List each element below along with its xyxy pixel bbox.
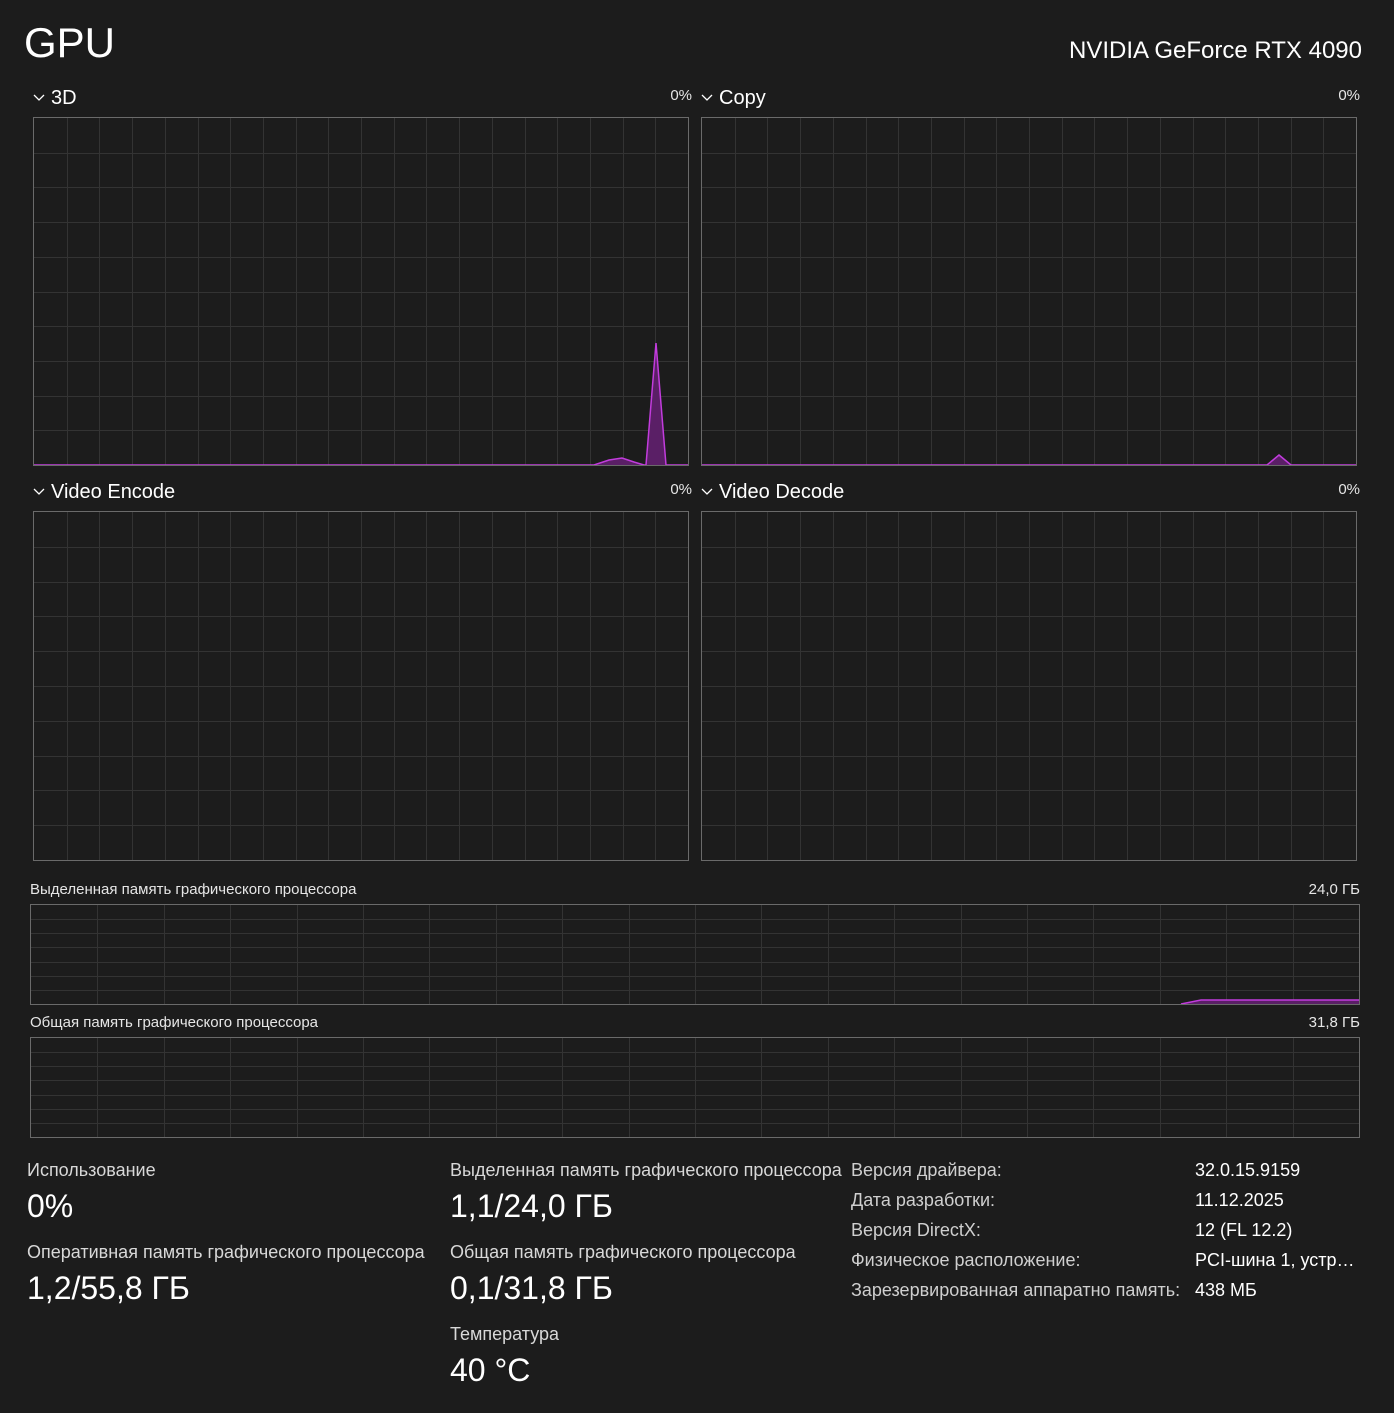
temperature-label: Температура — [450, 1324, 560, 1344]
graph-dedicated-memory — [30, 904, 1360, 1005]
engine-selector-3d[interactable]: 3D — [33, 86, 77, 110]
info-row-directx-version: Версия DirectX: 12 (FL 12.2) — [851, 1218, 1361, 1248]
engine-percent: 0% — [1338, 87, 1360, 104]
engine-percent: 0% — [670, 87, 692, 104]
info-key: Физическое расположение: — [851, 1250, 1081, 1270]
info-value: 438 МБ — [1195, 1280, 1257, 1300]
info-value: PCI-шина 1, устро... — [1195, 1250, 1357, 1270]
info-key: Версия драйвера: — [851, 1160, 1002, 1180]
page-title: GPU — [24, 19, 116, 66]
engine-label: Video Encode — [51, 481, 176, 503]
dedicated-memory-graph-label: Выделенная память графического процессор… — [30, 881, 357, 898]
dedicated-memory-max: 24,0 ГБ — [1308, 881, 1360, 898]
graph-copy-canvas — [702, 118, 1356, 465]
shared-memory-label: Общая память графического процессора — [450, 1242, 796, 1262]
engine-label: Copy — [719, 87, 766, 109]
graph-shared-memory — [30, 1037, 1360, 1138]
graph-grid — [34, 118, 688, 465]
temperature-value: 40 °C — [450, 1352, 531, 1388]
graph-video-decode — [701, 511, 1357, 861]
info-table: Версия драйвера: 32.0.15.9159 Дата разра… — [851, 1158, 1361, 1308]
chevron-down-icon — [701, 486, 713, 498]
info-key: Версия DirectX: — [851, 1220, 981, 1240]
graph-video-encode-canvas — [34, 512, 688, 860]
info-row-physical-location: Физическое расположение: PCI-шина 1, уст… — [851, 1248, 1361, 1278]
graph-video-encode — [33, 511, 689, 861]
graph-shared-memory-canvas — [31, 1038, 1359, 1137]
graph-video-decode-canvas — [702, 512, 1356, 860]
graph-grid — [34, 512, 688, 860]
engine-selector-video-encode[interactable]: Video Encode — [33, 480, 175, 504]
graph-dedicated-memory-canvas — [31, 905, 1359, 1004]
shared-memory-value: 0,1/31,8 ГБ — [450, 1270, 613, 1306]
info-row-driver-date: Дата разработки: 11.12.2025 — [851, 1188, 1361, 1218]
chevron-down-icon — [701, 92, 713, 104]
utilization-value: 0% — [27, 1188, 74, 1224]
device-name: NVIDIA GeForce RTX 4090 — [1068, 37, 1362, 64]
engine-label: 3D — [51, 87, 77, 109]
info-row-driver-version: Версия драйвера: 32.0.15.9159 — [851, 1158, 1361, 1188]
graph-grid — [702, 512, 1356, 860]
graph-grid — [702, 118, 1356, 465]
info-row-reserved-memory: Зарезервированная аппаратно память: 438 … — [851, 1278, 1361, 1308]
info-key: Дата разработки: — [851, 1190, 996, 1210]
engine-percent: 0% — [670, 481, 692, 498]
info-value: 11.12.2025 — [1195, 1190, 1284, 1210]
graph-3d-canvas — [34, 118, 688, 465]
dedicated-memory-value: 1,1/24,0 ГБ — [450, 1188, 613, 1224]
engine-selector-copy[interactable]: Copy — [701, 86, 766, 110]
utilization-label: Использование — [27, 1160, 156, 1180]
chevron-down-icon — [33, 486, 45, 498]
info-value: 32.0.15.9159 — [1195, 1160, 1301, 1180]
shared-memory-graph-label: Общая память графического процессора — [30, 1014, 319, 1031]
graph-copy — [701, 117, 1357, 466]
gpu-memory-label: Оперативная память графического процессо… — [27, 1242, 425, 1262]
engine-percent: 0% — [1338, 481, 1360, 498]
chevron-down-icon — [33, 92, 45, 104]
engine-selector-video-decode[interactable]: Video Decode — [701, 480, 844, 504]
shared-memory-max: 31,8 ГБ — [1308, 1014, 1360, 1031]
info-value: 12 (FL 12.2) — [1195, 1220, 1293, 1240]
graph-3d — [33, 117, 689, 466]
info-key: Зарезервированная аппаратно память: — [851, 1280, 1181, 1300]
engine-label: Video Decode — [719, 481, 845, 503]
graph-grid — [31, 905, 1359, 1004]
graph-grid — [31, 1038, 1359, 1137]
gpu-memory-value: 1,2/55,8 ГБ — [27, 1270, 190, 1306]
dedicated-memory-label: Выделенная память графического процессор… — [450, 1160, 842, 1180]
